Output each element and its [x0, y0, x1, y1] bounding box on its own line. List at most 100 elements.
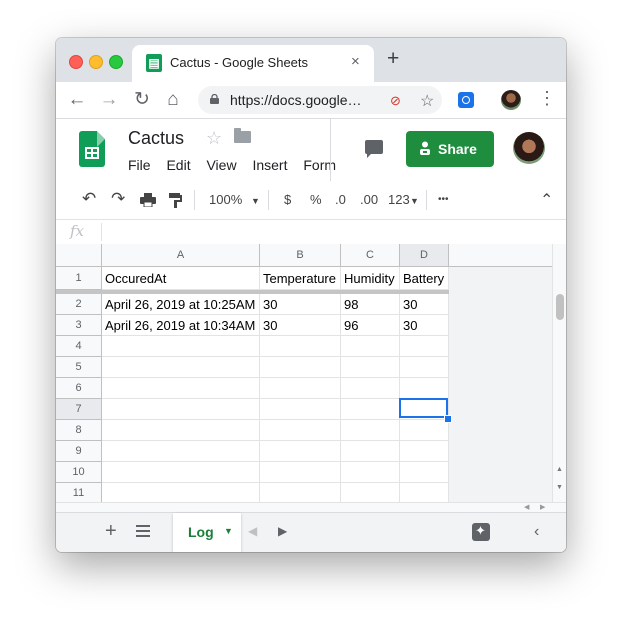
column-header[interactable]: C [341, 244, 400, 267]
decrease-decimal-button[interactable]: .0 [335, 192, 346, 207]
table-cell[interactable] [400, 462, 449, 483]
table-cell[interactable]: 30 [260, 294, 341, 315]
column-header[interactable]: B [260, 244, 341, 267]
document-title[interactable]: Cactus [128, 128, 184, 149]
table-cell[interactable] [260, 441, 341, 462]
column-header[interactable]: D [400, 244, 449, 267]
window-close-button[interactable] [69, 55, 83, 69]
table-cell[interactable] [341, 441, 400, 462]
table-cell[interactable] [341, 399, 400, 420]
table-cell[interactable]: 30 [400, 315, 449, 336]
row-header[interactable]: 6 [56, 378, 102, 399]
browser-tab-active[interactable]: ▤ Cactus - Google Sheets × [132, 45, 374, 82]
table-cell[interactable]: Battery [400, 267, 449, 290]
formats-chevron-down-icon[interactable]: ▼ [410, 196, 419, 206]
collapse-toolbar-icon[interactable]: ⌃ [540, 190, 553, 210]
menu-insert[interactable]: Insert [252, 157, 287, 173]
zoom-chevron-down-icon[interactable]: ▼ [251, 196, 260, 206]
sheet-tab-log[interactable]: Log ▼ [173, 513, 241, 552]
scroll-right-icon[interactable]: ▶ [540, 503, 545, 511]
fill-handle[interactable] [444, 415, 452, 423]
move-folder-icon[interactable] [234, 128, 251, 143]
table-cell[interactable] [102, 357, 260, 378]
scroll-up-icon[interactable]: ▲ [556, 466, 563, 473]
table-cell[interactable]: April 26, 2019 at 10:34AM [102, 315, 260, 336]
row-header[interactable]: 11 [56, 483, 102, 502]
table-cell[interactable] [102, 336, 260, 357]
tab-close-icon[interactable]: × [351, 53, 360, 70]
select-all-corner[interactable] [56, 244, 102, 267]
window-maximize-button[interactable] [109, 55, 123, 69]
increase-decimal-button[interactable]: .00 [360, 192, 378, 207]
browser-menu-icon[interactable]: ⋮ [538, 88, 556, 109]
row-header[interactable]: 4 [56, 336, 102, 357]
more-options-icon[interactable]: ••• [438, 194, 449, 205]
menu-file[interactable]: File [128, 157, 151, 173]
table-cell[interactable] [102, 399, 260, 420]
row-header[interactable]: 7 [56, 399, 102, 420]
bookmark-star-icon[interactable]: ☆ [420, 91, 434, 111]
paint-format-icon[interactable] [169, 193, 183, 208]
address-bar[interactable]: https://docs.google… ⊘ ☆ [198, 86, 442, 114]
table-cell[interactable] [260, 420, 341, 441]
table-cell[interactable] [260, 462, 341, 483]
vertical-scrollbar[interactable]: ▲ ▼ [552, 244, 566, 502]
percent-format-button[interactable]: % [310, 192, 322, 207]
table-cell[interactable] [341, 462, 400, 483]
table-cell[interactable] [102, 441, 260, 462]
back-button[interactable]: ← [64, 87, 90, 113]
table-cell[interactable] [400, 420, 449, 441]
redo-button[interactable]: ↷ [111, 189, 125, 209]
table-cell[interactable]: 98 [341, 294, 400, 315]
table-cell[interactable] [102, 420, 260, 441]
row-header[interactable]: 8 [56, 420, 102, 441]
table-cell[interactable] [341, 483, 400, 502]
menu-view[interactable]: View [206, 157, 236, 173]
explore-icon[interactable] [472, 523, 490, 541]
window-minimize-button[interactable] [89, 55, 103, 69]
sheet-tab-chevron-down-icon[interactable]: ▼ [224, 526, 233, 536]
table-cell[interactable]: OccuredAt [102, 267, 260, 290]
zoom-select[interactable]: 100% [209, 192, 242, 207]
table-cell[interactable] [400, 336, 449, 357]
vertical-scroll-thumb[interactable] [556, 294, 564, 320]
reload-button[interactable]: ↻ [129, 87, 155, 113]
row-header[interactable]: 3 [56, 315, 102, 336]
extension-icon[interactable] [458, 92, 474, 108]
table-cell[interactable] [400, 378, 449, 399]
table-cell[interactable]: Humidity [341, 267, 400, 290]
undo-button[interactable]: ↶ [82, 189, 96, 209]
table-cell[interactable]: 96 [341, 315, 400, 336]
table-cell[interactable] [260, 483, 341, 502]
star-document-icon[interactable]: ☆ [206, 128, 222, 149]
row-header[interactable]: 2 [56, 294, 102, 315]
more-formats-button[interactable]: 123 [388, 192, 410, 207]
menu-format[interactable]: Form [303, 157, 336, 173]
row-header[interactable]: 9 [56, 441, 102, 462]
frozen-row-divider[interactable] [56, 290, 449, 294]
selected-cell-outline[interactable] [399, 398, 448, 418]
table-cell[interactable] [341, 378, 400, 399]
profile-avatar[interactable] [501, 90, 521, 110]
row-header[interactable]: 1 [56, 267, 102, 290]
table-cell[interactable] [341, 357, 400, 378]
table-cell[interactable] [260, 336, 341, 357]
table-cell[interactable] [102, 462, 260, 483]
row-header[interactable]: 10 [56, 462, 102, 483]
table-cell[interactable]: 30 [260, 315, 341, 336]
share-button[interactable]: Share [406, 131, 494, 167]
table-cell[interactable] [102, 378, 260, 399]
row-header[interactable]: 5 [56, 357, 102, 378]
scroll-down-icon[interactable]: ▼ [556, 484, 563, 491]
forward-button[interactable]: → [96, 87, 122, 113]
currency-format-button[interactable]: $ [284, 192, 291, 207]
table-cell[interactable] [400, 483, 449, 502]
table-cell[interactable] [400, 441, 449, 462]
comments-icon[interactable] [365, 140, 383, 158]
table-cell[interactable] [102, 483, 260, 502]
column-header[interactable]: A [102, 244, 260, 267]
new-tab-button[interactable]: + [387, 48, 399, 69]
scroll-tabs-right-icon[interactable]: ▶ [278, 524, 287, 538]
table-cell[interactable] [260, 357, 341, 378]
home-button[interactable]: ⌂ [160, 87, 186, 113]
